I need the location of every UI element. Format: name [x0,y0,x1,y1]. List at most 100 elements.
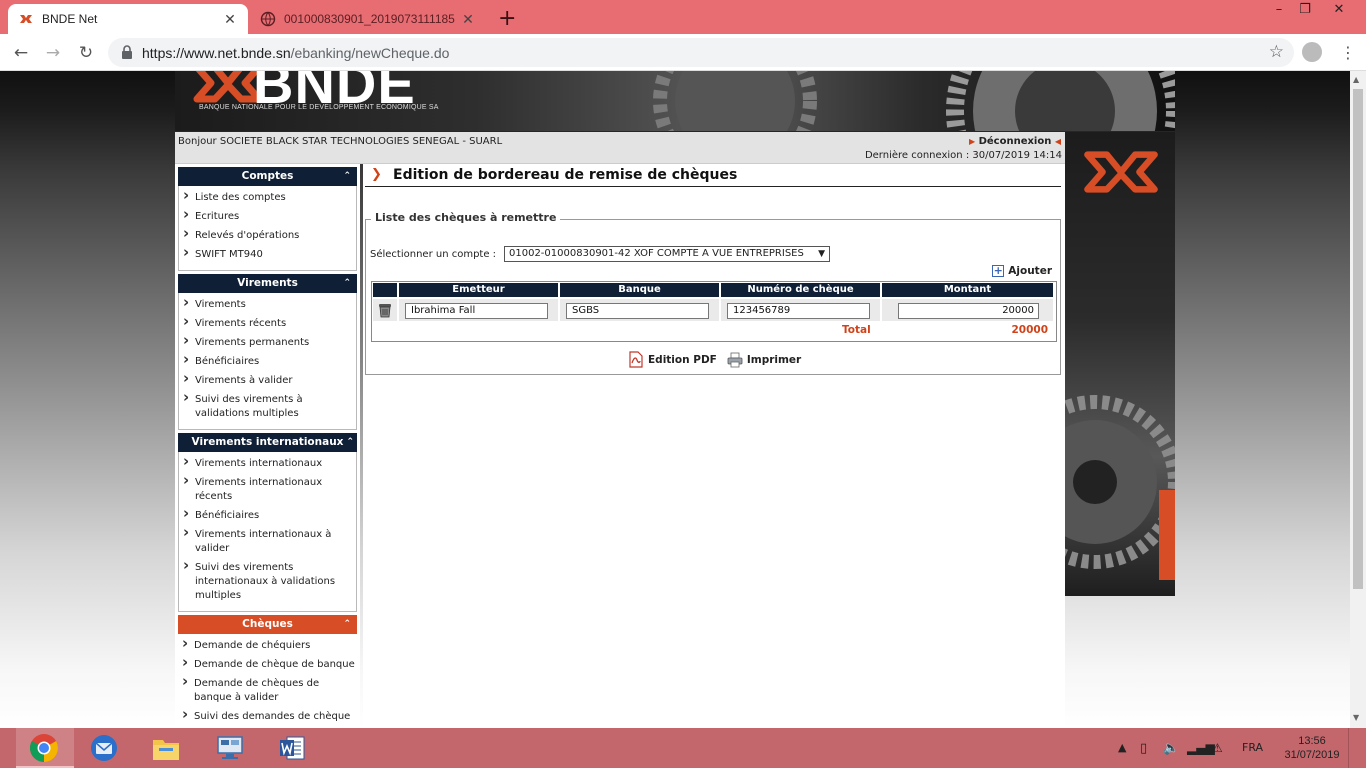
bnde-logo-subtitle: BANQUE NATIONALE POUR LE DEVELOPPEMENT E… [199,104,439,111]
url-path: /ebanking/newCheque.do [290,45,450,61]
menu-item-swift[interactable]: SWIFT MT940 [181,245,354,262]
menu-item-liste-comptes[interactable]: Liste des comptes [181,188,354,205]
taskbar-word[interactable] [264,728,322,768]
menu-item-virements-recents[interactable]: Virements récents [181,314,354,331]
bookmark-star-icon[interactable]: ☆ [1269,42,1284,62]
menu-item-cheques-banque-a-valider[interactable]: Demande de chèques de banque à valider [180,674,355,705]
chrome-icon [30,734,58,762]
page-title-bar: ❯ Edition de bordereau de remise de chèq… [365,166,1061,187]
forward-icon[interactable]: → [40,40,66,66]
section-header-virements[interactable]: Virements ⌃ [178,274,357,293]
tray-expand-icon[interactable]: ▲ [1118,741,1126,754]
file-explorer-icon [153,740,179,760]
section-title: Virements internationaux [191,436,344,448]
collapse-chevron-icon[interactable]: ⌃ [343,615,351,634]
selected-account: 01002-01000830901-42 XOF COMPTE A VUE EN… [509,248,804,259]
tab-close-icon[interactable]: ✕ [460,11,476,28]
page-scrollbar[interactable]: ▲ ▼ [1350,71,1366,728]
banque-input[interactable]: SGBS [566,303,709,319]
scroll-up-icon[interactable]: ▲ [1353,75,1359,84]
trash-icon[interactable] [376,301,394,319]
orange-accent-bar [1159,490,1175,580]
print-label: Imprimer [746,353,802,366]
restore-icon[interactable]: ❐ [1290,0,1320,22]
language-indicator[interactable]: FRA [1242,741,1263,754]
collapse-chevron-icon[interactable]: ⌃ [343,274,351,293]
windows-taskbar: ▲ ▯ 🔈 ▂▄▆ ⚠ FRA 13:56 31/07/2019 [0,728,1366,768]
montant-input[interactable]: 20000 [898,303,1039,319]
tab-close-icon[interactable]: ✕ [222,11,238,28]
fieldset-legend: Liste des chèques à remettre [371,211,561,224]
welcome-bar: Bonjour SOCIETE BLACK STAR TECHNOLOGIES … [175,132,1065,164]
section-header-cheques[interactable]: Chèques ⌃ [178,615,357,634]
greeting-text: Bonjour SOCIETE BLACK STAR TECHNOLOGIES … [178,136,503,147]
menu-item-releves[interactable]: Relevés d'opérations [181,226,354,243]
tab-bnde-net[interactable]: BNDE Net ✕ [8,4,248,34]
page-title: Edition de bordereau de remise de chèque… [393,167,738,183]
system-clock[interactable]: 13:56 31/07/2019 [1280,734,1344,762]
scroll-down-icon[interactable]: ▼ [1353,713,1359,722]
taskbar-chrome[interactable] [16,728,74,768]
section-header-virements-internationaux[interactable]: Virements internationaux ⌃ [178,433,357,452]
account-select[interactable]: 01002-01000830901-42 XOF COMPTE A VUE EN… [504,246,830,262]
menu-item-virements[interactable]: Virements [181,295,354,312]
logout-link[interactable]: ▶ Déconnexion ◀ [969,136,1061,147]
numero-cheque-input[interactable]: 123456789 [727,303,870,319]
tab-title: BNDE Net [42,12,98,26]
add-label: Ajouter [1008,265,1052,277]
network-signal-icon[interactable]: ▂▄▆ [1187,741,1215,755]
account-select-label: Sélectionner un compte : [370,249,497,260]
caret-left-icon: ◀ [1054,137,1061,146]
collapse-chevron-icon[interactable]: ⌃ [346,433,354,452]
security-alert-icon[interactable]: ⚠ [1212,741,1223,755]
volume-icon[interactable]: 🔈 [1163,741,1179,756]
section-header-comptes[interactable]: Comptes ⌃ [178,167,357,186]
taskbar-thunderbird[interactable] [76,728,134,768]
lock-icon [122,45,132,59]
menu-item-virements-permanents[interactable]: Virements permanents [181,333,354,350]
reload-icon[interactable]: ↻ [73,40,99,66]
profile-avatar-icon[interactable] [1302,42,1322,62]
taskbar-file-explorer[interactable] [138,728,196,768]
print-button[interactable]: Imprimer [727,352,801,368]
total-value: 20000 [1011,324,1048,336]
menu-item-ecritures[interactable]: Ecritures [181,207,354,224]
menu-item-demande-cheque-banque[interactable]: Demande de chèque de banque [180,655,355,672]
menu-item-virements-internationaux[interactable]: Virements internationaux [181,454,354,471]
col-header-action [373,283,397,297]
menu-item-suivi-virements[interactable]: Suivi des virements à validations multip… [181,390,354,421]
plus-icon: + [992,264,1005,277]
edition-pdf-button[interactable]: Edition PDF [628,351,717,368]
add-cheque-button[interactable]: + Ajouter [992,265,1052,277]
menu-item-beneficiaires-internationaux[interactable]: Bénéficiaires [181,506,354,523]
scrollbar-thumb[interactable] [1353,89,1363,589]
menu-kebab-icon[interactable]: ⋮ [1340,43,1356,62]
menu-item-virements-internationaux-a-valider[interactable]: Virements internationaux à valider [181,525,354,556]
menu-item-suivi-virements-internationaux[interactable]: Suivi des virements internationaux à val… [181,558,354,603]
gear-decoration-icon [946,71,1175,131]
section-body-virements: Virements Virements récents Virements pe… [178,293,357,430]
address-bar[interactable]: https://www.net.bnde.sn/ebanking/newCheq… [108,38,1294,67]
menu-item-virements-a-valider[interactable]: Virements à valider [181,371,354,388]
page-viewport: BNDE BANQUE NATIONALE POUR LE DEVELOPPEM… [0,71,1350,728]
window-close-icon[interactable]: ✕ [1324,0,1354,22]
show-desktop-button[interactable] [1348,728,1366,768]
emetteur-input[interactable]: Ibrahima Fall [405,303,548,319]
dropdown-arrow-icon: ▼ [818,249,825,259]
new-tab-button[interactable]: + [498,6,516,31]
tray-device-icon[interactable]: ▯ [1140,741,1147,756]
menu-item-beneficiaires[interactable]: Bénéficiaires [181,352,354,369]
last-login-text: Dernière connexion : 30/07/2019 14:14 [864,150,1062,161]
menu-item-demande-chequiers[interactable]: Demande de chéquiers [180,636,355,653]
title-arrow-icon: ❯ [371,167,382,182]
section-body-virements-internationaux: Virements internationaux Virements inter… [178,452,357,612]
cheques-fieldset: Liste des chèques à remettre Sélectionne… [365,211,1061,375]
taskbar-remote-desktop[interactable] [202,728,260,768]
tab-pdf-document[interactable]: 001000830901_2019073111185 ✕ [250,4,486,34]
menu-item-suivi-demandes-cheque[interactable]: Suivi des demandes de chèque [180,707,355,724]
back-icon[interactable]: ← [8,40,34,66]
menu-item-virements-internationaux-recents[interactable]: Virements internationaux récents [181,473,354,504]
sidebar-menu: Comptes ⌃ Liste des comptes Ecritures Rel… [175,164,360,728]
collapse-chevron-icon[interactable]: ⌃ [343,167,351,186]
bnde-header-banner: BNDE BANQUE NATIONALE POUR LE DEVELOPPEM… [175,71,1175,131]
